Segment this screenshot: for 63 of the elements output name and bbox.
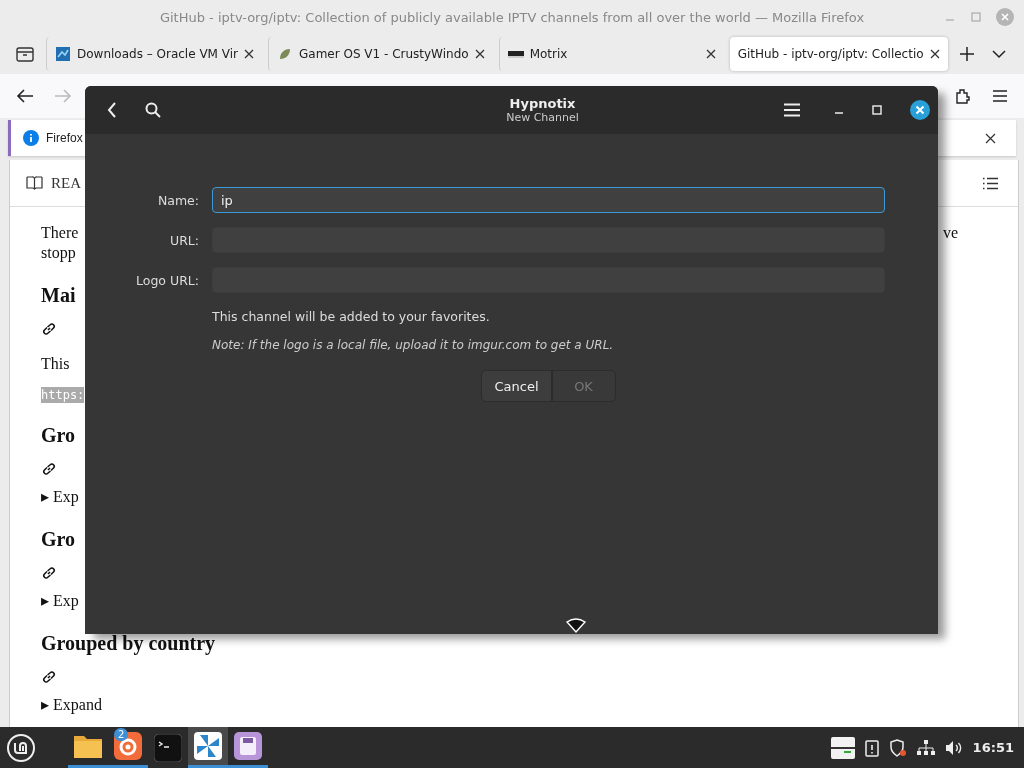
browser-tab[interactable]: Gamer OS V1 - CrustyWindo xyxy=(268,37,493,71)
info-icon xyxy=(23,130,39,146)
search-icon[interactable] xyxy=(145,102,161,118)
close-icon[interactable] xyxy=(985,132,996,144)
puzzle-icon[interactable] xyxy=(954,87,972,105)
leaf-icon xyxy=(277,46,293,62)
input-field[interactable]: ip xyxy=(212,187,885,213)
section-heading: Gro xyxy=(41,527,76,551)
paragraph-text: stopp xyxy=(41,243,77,263)
close-icon[interactable] xyxy=(910,100,930,120)
volume-icon[interactable] xyxy=(944,739,963,756)
menu-icon[interactable] xyxy=(992,89,1008,103)
section-heading: Grouped by country xyxy=(41,631,216,655)
section-heading: Gro xyxy=(41,423,76,447)
expand-toggle[interactable]: ▸ Expand xyxy=(41,695,102,715)
close-icon[interactable] xyxy=(244,49,254,59)
section-heading: Mai xyxy=(41,283,76,307)
dialog-title: Hypnotix xyxy=(509,96,576,111)
clock[interactable]: 16:51 xyxy=(972,740,1014,755)
taskbar-app[interactable] xyxy=(188,727,228,768)
code-text: https: xyxy=(41,387,85,403)
refresh-icon xyxy=(114,732,142,760)
link-icon[interactable] xyxy=(41,565,57,581)
browser-tab[interactable]: Motrix xyxy=(498,37,724,71)
field-label: Name: xyxy=(156,192,199,208)
link-icon[interactable] xyxy=(41,321,57,337)
pinwheel-icon xyxy=(194,732,222,760)
link-icon[interactable] xyxy=(41,669,57,685)
link-icon[interactable] xyxy=(41,461,57,477)
expand-toggle[interactable]: ▸ Exp xyxy=(41,487,79,507)
paragraph-text: ve xyxy=(942,223,958,243)
list-icon[interactable] xyxy=(982,176,998,190)
close-icon[interactable] xyxy=(705,49,716,59)
dialog-subtitle: New Channel xyxy=(506,111,579,124)
clipboard-icon[interactable] xyxy=(864,738,879,757)
info-text: This channel will be added to your favorites. xyxy=(212,309,491,324)
note-text: Note: If the logo is a local file, upload it to imgur.com to get a URL. xyxy=(212,338,615,352)
notification-text: Firefox xyxy=(46,131,83,145)
start-menu-icon[interactable] xyxy=(6,732,36,763)
window-title: GitHub - iptv-org/iptv: Collection of publicly available IPTV channels from all over the world — Mozilla Firefox xyxy=(159,9,865,25)
browser-tab[interactable]: Downloads – Oracle VM Vir xyxy=(46,37,262,71)
expand-toggle[interactable]: ▸ Exp xyxy=(41,591,79,611)
drive-icon[interactable] xyxy=(830,736,855,759)
chevron-icon[interactable] xyxy=(991,47,1006,61)
shield-icon[interactable] xyxy=(888,738,907,757)
notification-badge: 2 xyxy=(114,728,129,741)
readme-tab[interactable]: REA xyxy=(51,174,81,192)
floppy-icon xyxy=(234,732,262,760)
close-icon[interactable] xyxy=(474,49,485,59)
field-label: URL: xyxy=(169,232,199,248)
book-icon xyxy=(26,176,43,190)
back-icon[interactable] xyxy=(16,88,34,104)
tab-list-icon[interactable] xyxy=(16,46,34,62)
paragraph-text: This xyxy=(41,355,70,373)
dialog-button[interactable]: Cancel xyxy=(481,370,552,402)
field-label: Logo URL: xyxy=(135,272,199,288)
plus-icon[interactable] xyxy=(959,47,974,61)
close-icon[interactable] xyxy=(929,49,940,59)
network-icon[interactable] xyxy=(916,739,935,756)
paragraph-text: There xyxy=(41,223,79,243)
folder-icon xyxy=(73,733,103,759)
browser-tab[interactable]: GitHub - iptv-org/iptv: Collectio xyxy=(729,37,948,71)
terminal-icon xyxy=(154,733,182,762)
